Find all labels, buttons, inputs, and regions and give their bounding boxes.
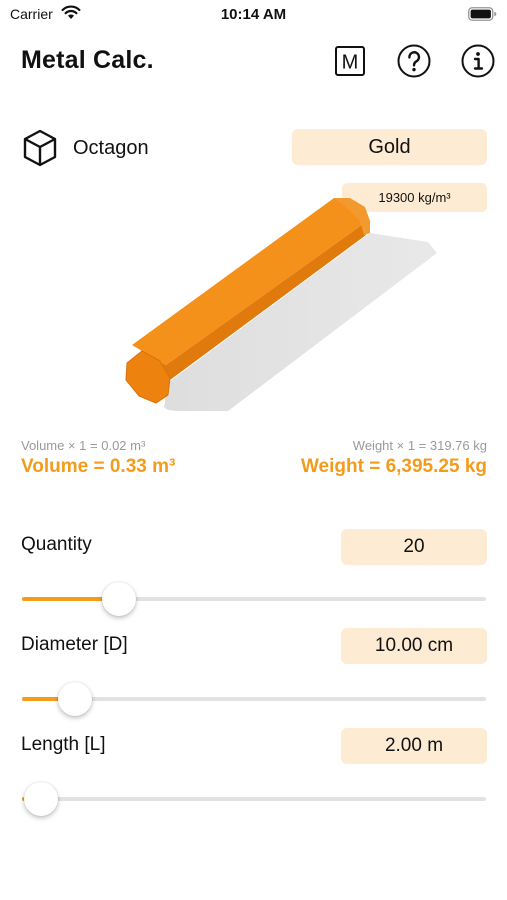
- length-field[interactable]: 2.00 m: [341, 728, 487, 764]
- shape-selector[interactable]: Octagon: [21, 128, 149, 168]
- cube-icon: [23, 129, 57, 167]
- quantity-slider[interactable]: [22, 581, 486, 617]
- info-button[interactable]: [461, 44, 495, 78]
- total-volume-text: Volume = 0.33 m³: [21, 456, 176, 477]
- status-bar: Carrier 10:14 AM: [0, 0, 507, 30]
- app-title: Metal Calc.: [21, 46, 154, 74]
- help-button[interactable]: [397, 44, 431, 78]
- diameter-field[interactable]: 10.00 cm: [341, 628, 487, 664]
- slider-thumb[interactable]: [58, 682, 93, 716]
- quantity-label: Quantity: [21, 534, 92, 555]
- slider-track: [22, 797, 486, 801]
- single-volume-text: Volume × 1 = 0.02 m³: [21, 438, 146, 453]
- battery-icon: [468, 7, 497, 21]
- status-time: 10:14 AM: [220, 6, 287, 23]
- length-slider[interactable]: [22, 781, 486, 817]
- shape-label: Octagon: [73, 136, 149, 159]
- help-icon: [397, 44, 431, 78]
- material-button[interactable]: Gold: [292, 129, 487, 165]
- single-weight-text: Weight × 1 = 319.76 kg: [352, 438, 487, 453]
- diameter-label: Diameter [D]: [21, 634, 128, 655]
- slider-thumb[interactable]: [23, 782, 58, 816]
- slider-thumb[interactable]: [102, 582, 137, 616]
- octagon-bar-model: [125, 198, 437, 411]
- length-label: Length [L]: [21, 734, 106, 755]
- info-icon: [461, 44, 495, 78]
- diameter-slider[interactable]: [22, 681, 486, 717]
- quantity-field[interactable]: 20: [341, 529, 487, 565]
- metric-icon: M: [335, 46, 365, 76]
- total-weight-text: Weight = 6,395.25 kg: [300, 456, 487, 477]
- metric-toggle-button[interactable]: M: [333, 44, 367, 78]
- metric-button-label: M: [342, 52, 359, 74]
